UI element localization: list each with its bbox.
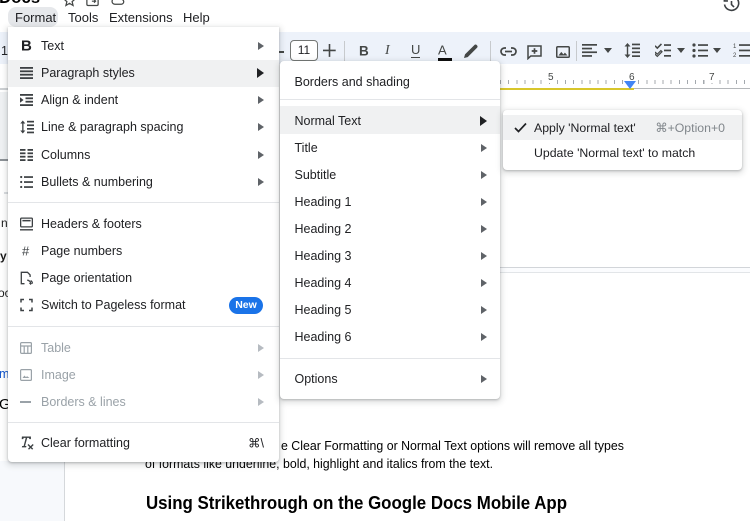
svg-text:2: 2 <box>733 53 737 58</box>
svg-text:1: 1 <box>733 44 737 50</box>
